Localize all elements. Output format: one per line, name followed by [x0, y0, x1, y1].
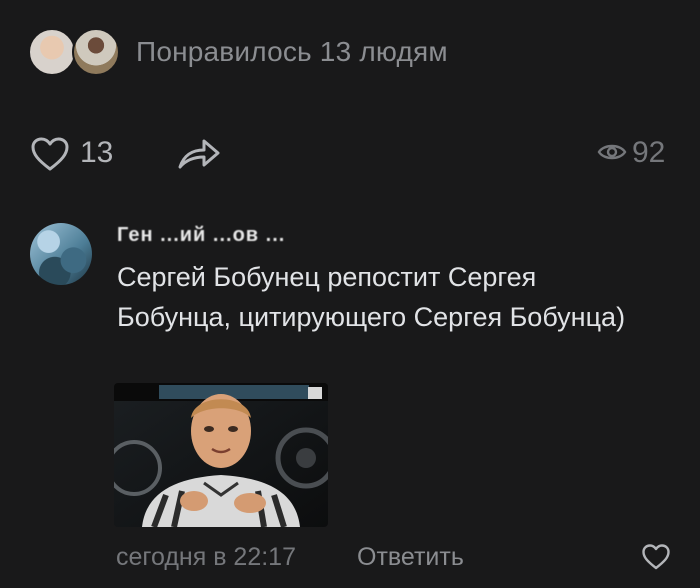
likes-count: 13	[80, 136, 114, 169]
share-icon[interactable]	[176, 134, 222, 172]
likes-summary-text[interactable]: Понравилось 13 людям	[136, 36, 448, 68]
comment-attachment-photo[interactable]	[114, 383, 328, 527]
reply-button[interactable]: Ответить	[357, 543, 464, 572]
heart-icon[interactable]	[30, 136, 70, 172]
comment-author-name[interactable]: Ген ...ий ...ов ...	[117, 224, 285, 247]
comment-text: Сергей Бобунец репостит Сергея Бобунца, …	[117, 262, 626, 332]
eye-icon	[597, 144, 627, 160]
heart-icon[interactable]	[641, 543, 671, 571]
liker-avatar[interactable]	[72, 28, 120, 76]
views-count: 92	[632, 136, 666, 169]
comment-author-avatar[interactable]	[30, 223, 92, 285]
comment-timestamp: сегодня в 22:17	[116, 543, 296, 571]
liker-avatar[interactable]	[28, 28, 76, 76]
